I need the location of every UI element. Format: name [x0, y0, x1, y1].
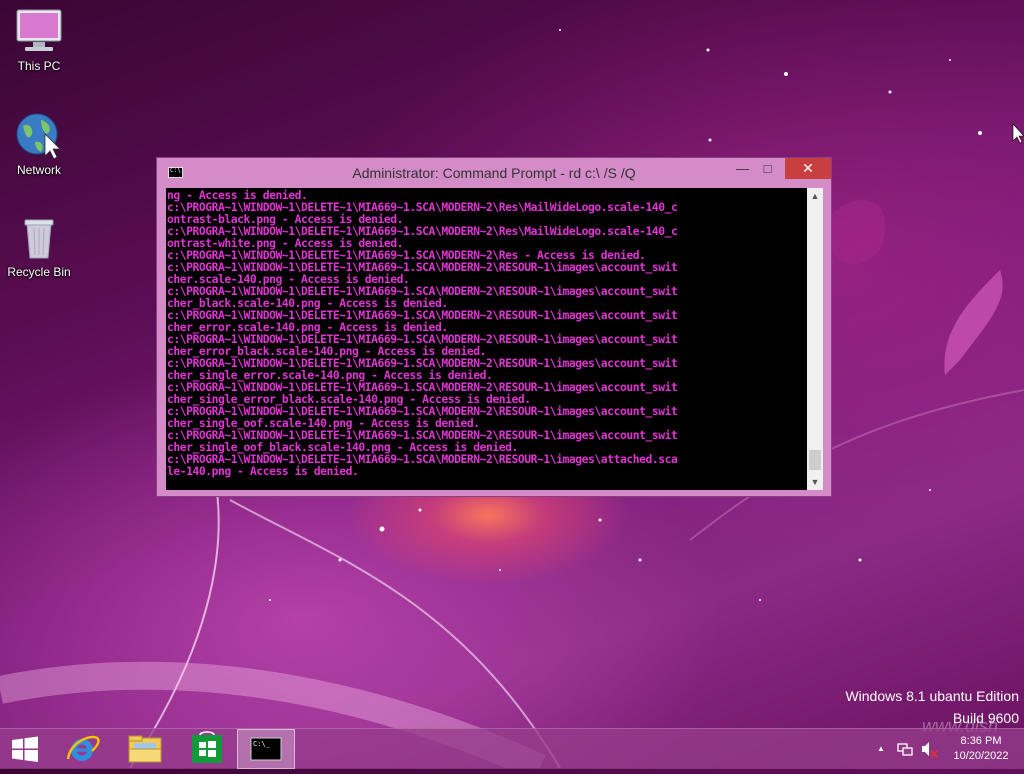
minimize-button[interactable]: — [729, 158, 756, 179]
desktop-icon-network[interactable]: Network [2, 112, 76, 177]
start-button[interactable] [0, 729, 50, 769]
show-hidden-icons-chevron-icon[interactable]: ▲ [874, 729, 888, 769]
computer-icon [15, 8, 63, 56]
svg-text:C:\_: C:\_ [253, 740, 271, 748]
command-prompt-window[interactable]: Administrator: Command Prompt - rd c:\ /… [156, 157, 832, 497]
taskbar: C:\_ ▲ 8:36 PM 10/20/2022 [0, 728, 1024, 769]
scroll-up-arrow-icon[interactable]: ▲ [807, 188, 823, 204]
desktop-icon-recycle-bin[interactable]: Recycle Bin [2, 214, 76, 279]
console-line: le-140.png - Access is denied. [167, 464, 359, 478]
windows-start-icon [12, 736, 38, 762]
edition-name: Windows 8.1 ubantu Edition [845, 688, 1019, 704]
windows-store-icon [192, 731, 222, 763]
command-prompt-icon: C:\_ [250, 737, 282, 761]
scroll-down-arrow-icon[interactable]: ▼ [807, 474, 823, 490]
taskbar-command-prompt[interactable]: C:\_ [237, 729, 295, 769]
internet-explorer-icon [66, 735, 100, 761]
taskbar-windows-store[interactable] [184, 729, 230, 769]
volume-muted-icon[interactable] [919, 729, 939, 769]
console-output[interactable]: ng - Access is denied. c:\PROGRA~1\WINDOW… [166, 188, 807, 490]
scrollbar-thumb[interactable] [809, 450, 821, 470]
network-status-icon[interactable] [896, 729, 914, 769]
taskbar-file-explorer[interactable] [122, 729, 168, 769]
taskbar-internet-explorer[interactable] [60, 729, 106, 769]
clock-time: 8:36 PM [960, 735, 1002, 747]
close-button[interactable]: ✕ [785, 158, 831, 179]
vertical-scrollbar[interactable]: ▲ ▼ [807, 188, 823, 490]
console-text: ng - Access is denied. c:\PROGRA~1\WINDOW… [166, 188, 807, 477]
desktop-icon-this-pc[interactable]: This PC [2, 8, 76, 73]
clock-date: 10/20/2022 [953, 750, 1009, 762]
desktop-icon-label: Network [16, 163, 61, 177]
system-clock[interactable]: 8:36 PM 10/20/2022 [944, 734, 1018, 764]
window-titlebar[interactable]: Administrator: Command Prompt - rd c:\ /… [157, 158, 831, 188]
maximize-button[interactable]: □ [754, 158, 781, 179]
network-globe-icon [15, 112, 63, 160]
desktop-icon-label: This PC [17, 59, 61, 73]
desktop-icon-label: Recycle Bin [7, 265, 71, 279]
file-explorer-icon [128, 735, 162, 763]
recycle-bin-icon [15, 214, 63, 262]
